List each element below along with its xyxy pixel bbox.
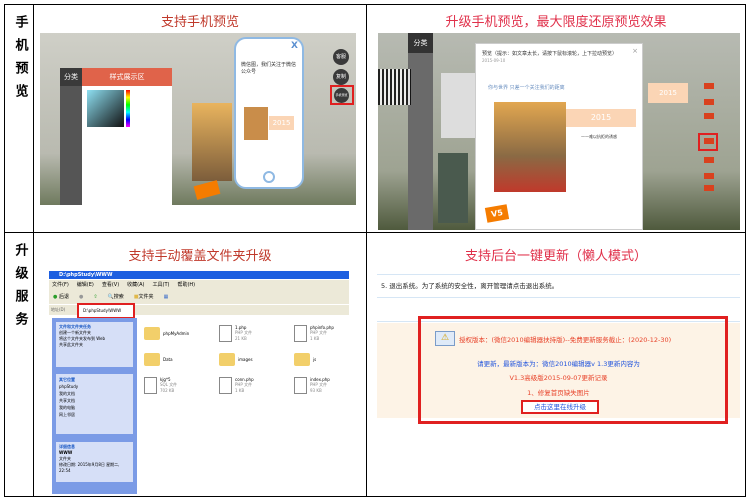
update-panel: 5. 退出系统。为了系统的安全性，离开管理请点击退出系统。 ⚠ 授权版本：(微信… [377,271,740,426]
file-name: phpMyAdmin [163,330,190,336]
file-item[interactable]: conn.php PHP 文件 1 KB [219,375,294,395]
back-icon: ● [53,294,58,300]
window-title: D:\phpStudy\WWW [49,271,349,279]
menu-help[interactable]: 帮助(H) [177,280,195,290]
forward-icon[interactable]: ● [79,290,83,304]
file-name: images [238,356,253,362]
file-name: js [313,356,317,362]
close-icon[interactable]: X [291,41,298,51]
menu-view[interactable]: 查看(V) [102,280,119,290]
notice-text: 请更新，最新版本为：微信2010编辑器v 1.3更新内容为 [477,360,640,368]
category-tab: 分类 [408,33,433,53]
menu-file[interactable]: 文件(F) [52,280,69,290]
menu-favorites[interactable]: 收藏(A) [127,280,144,290]
service-button[interactable]: 客服 [333,49,349,65]
file-name: Data [163,356,173,362]
file-icon [294,376,307,394]
file-item[interactable]: js [294,349,349,369]
place-link[interactable]: phpStudy [59,383,130,390]
file-meta: PHP 文件 21 KB [235,330,253,341]
up-icon[interactable]: ⇧ [93,290,97,304]
cell-title: 支持后台一键更新（懒人模式） [464,249,647,264]
warning-icon: ⚠ [435,331,455,346]
file-icon [144,376,157,394]
file-item[interactable]: images [219,349,294,369]
place-link[interactable]: 我的电脑 [59,404,130,411]
panel-title: 样式展示区 [82,68,172,86]
step-text: 5. 退出系统。为了系统的安全性，离开管理请点击退出系统。 [381,282,559,290]
search-button[interactable]: 🔍搜索 [108,290,124,304]
menu-tools[interactable]: 工具(T) [153,280,170,290]
row-label-upgrade: 升级服务 [12,243,28,335]
place-link[interactable]: 网上邻居 [59,411,130,418]
cell-title: 升级手机预览，最大限度还原预览效果 [445,15,667,30]
update-item: 1、修复首页缺失图片 [527,389,590,397]
folder-icon [144,352,160,366]
file-meta: PHP 文件 93 KB [310,382,328,393]
phone-preview-button[interactable]: 手机预览 [334,88,349,103]
license-text: 授权版本：(微信2010编辑器扶持版)--免费更新服务截止：(2020-12-3… [459,336,672,344]
file-item[interactable]: Data [144,349,219,369]
folders-button[interactable]: ■文件夹 [134,290,154,304]
qr-code [378,69,411,105]
address-input[interactable]: D:\phpStudy\WWW [77,303,135,319]
folder-icon [294,352,310,366]
close-icon[interactable]: × [632,47,638,55]
category-tab: 分类 [60,68,82,86]
file-item[interactable]: kjg*5 SQL 文件 702 KB [144,375,219,395]
cell-title: 支持手机预览 [160,15,239,30]
place-link[interactable]: 我的文档 [59,390,130,397]
row-label-preview: 手机预览 [12,15,28,107]
views-icon[interactable]: ▦ [164,290,169,304]
record-text: V1.3高级版2015-09-07更新记录 [509,374,608,382]
file-icon [219,324,232,342]
task-link[interactable]: 共享此文件夹 [59,342,130,348]
explorer-window: D:\phpStudy\WWW 文件(F) 编辑(E) 查看(V) 收藏(A) … [49,271,349,494]
folder-icon [219,352,235,366]
file-meta: PHP 文件 1 KB [235,382,253,393]
online-upgrade-button[interactable]: 点击这里在线升级 [521,400,599,414]
file-item[interactable]: phpMyAdmin [144,323,219,343]
task-pane: 文件和文件夹任务 创建一个新文件夹 将这个文件夹发布到 Web 共享此文件夹 其… [52,318,137,494]
file-item[interactable]: 1.php PHP 文件 21 KB [219,323,294,343]
back-button[interactable]: ● 后退 [53,290,69,304]
file-list: phpMyAdmin 1.php PHP 文件 21 KB phpinfo.php PH… [144,323,349,395]
cell-title: 支持手动覆盖文件夹升级 [128,249,272,264]
file-item[interactable]: index.php PHP 文件 93 KB [294,375,349,395]
phone-frame: X 微信图，我们关注于微信公众号 2015 [234,37,304,189]
file-icon [294,324,307,342]
phone-preview-screenshot: 分类 样式展示区 X 微信图，我们关注于微信公众号 2015 客服 复制 手机预… [40,33,356,205]
menu-edit[interactable]: 编辑(E) [77,280,94,290]
upgraded-preview-screenshot: 分类 预览（提示：如文章太长，请按下鼠标滚轮，上下拉动预览） 2015-09-1… [378,33,740,230]
menu-bar: 文件(F) 编辑(E) 查看(V) 收藏(A) 工具(T) 帮助(H) [49,280,349,290]
place-link[interactable]: 共享文档 [59,397,130,404]
file-icon [219,376,232,394]
copy-button[interactable]: 复制 [333,69,349,85]
folder-icon [144,326,160,340]
file-item[interactable]: phpinfo.php PHP 文件 1 KB [294,323,349,343]
file-meta: SQL 文件 702 KB [160,382,178,393]
file-meta: PHP 文件 1 KB [310,330,328,341]
toolbar: ● 后退 ● ⇧ 🔍搜索 ■文件夹 ▦ [49,290,349,304]
preview-dialog: 预览（提示：如文章太长，请按下鼠标滚轮，上下拉动预览） 2015-09-10 ×… [475,43,643,230]
